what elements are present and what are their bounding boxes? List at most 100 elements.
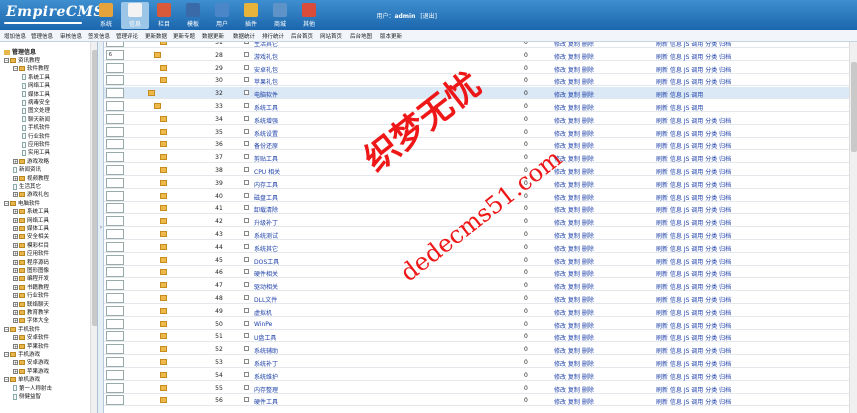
collapse-icon[interactable]: −	[13, 66, 18, 72]
subnav-link[interactable]: 数据更新	[202, 32, 224, 40]
edit-copy-delete-links[interactable]: 修改 复制 删除	[554, 372, 594, 381]
tree-item[interactable]: 行业软件	[22, 132, 50, 140]
nav-item-7[interactable]: 其他	[295, 2, 323, 29]
order-input[interactable]	[106, 369, 124, 380]
tree-item[interactable]: 聊天新闻	[22, 115, 50, 123]
tree-item[interactable]: 应用软件	[22, 140, 50, 148]
order-input[interactable]	[106, 395, 124, 406]
subnav-link[interactable]: 后台地图	[350, 32, 372, 40]
tree-item[interactable]: + 图形图像	[13, 266, 49, 274]
expand-icon[interactable]: +	[13, 251, 18, 257]
category-name-link[interactable]: 磁盘工具	[254, 193, 278, 202]
collapse-icon[interactable]: −	[4, 377, 9, 383]
row-checkbox[interactable]	[244, 192, 249, 198]
tree-item[interactable]: + 媒体工具	[13, 224, 49, 232]
row-checkbox[interactable]	[244, 256, 249, 262]
expand-icon[interactable]: +	[13, 335, 18, 341]
subnav-link[interactable]: 管理信息	[31, 32, 53, 40]
subnav-link[interactable]: 增加信息	[4, 32, 26, 40]
expand-icon[interactable]: +	[13, 158, 18, 164]
edit-copy-delete-links[interactable]: 修改 复制 删除	[554, 52, 594, 61]
refresh-links[interactable]: 刷新 信息 JS 调用 分类 归档	[656, 244, 731, 253]
nav-item-4[interactable]: 用户	[208, 2, 236, 29]
refresh-links[interactable]: 刷新 信息 JS 调用 分类 归档	[656, 321, 731, 330]
tree-item[interactable]: + 安全相关	[13, 232, 49, 240]
row-checkbox[interactable]	[244, 90, 249, 96]
category-name-link[interactable]: 电脑软件	[254, 90, 278, 99]
row-checkbox[interactable]	[244, 282, 249, 288]
tree-item[interactable]: + 书籍教程	[13, 283, 49, 291]
subnav-link[interactable]: 更新数据	[145, 32, 167, 40]
row-checkbox[interactable]	[244, 205, 249, 211]
subnav-link[interactable]: 签发信息	[88, 32, 110, 40]
row-checkbox[interactable]	[244, 320, 249, 326]
category-name-link[interactable]: 硬件相关	[254, 269, 278, 278]
edit-copy-delete-links[interactable]: 修改 复制 删除	[554, 116, 594, 125]
tree-item[interactable]: 第一人称射击	[13, 384, 52, 392]
refresh-links[interactable]: 刷新 信息 JS 调用 分类 归档	[656, 218, 731, 227]
category-name-link[interactable]: 苹果礼包	[254, 77, 278, 86]
category-name-link[interactable]: 升级补丁	[254, 218, 278, 227]
tree-item[interactable]: + 程序源码	[13, 258, 49, 266]
subnav-link[interactable]: 排行统计	[262, 32, 284, 40]
category-name-link[interactable]: WinPe	[254, 321, 272, 328]
expand-icon[interactable]: +	[13, 209, 18, 215]
expand-icon[interactable]: +	[13, 343, 18, 349]
refresh-links[interactable]: 刷新 信息 JS 调用 分类 归档	[656, 193, 731, 202]
edit-copy-delete-links[interactable]: 修改 复制 删除	[554, 193, 594, 202]
edit-copy-delete-links[interactable]: 修改 复制 删除	[554, 269, 594, 278]
edit-copy-delete-links[interactable]: 修改 复制 删除	[554, 141, 594, 150]
edit-copy-delete-links[interactable]: 修改 复制 删除	[554, 282, 594, 291]
refresh-links[interactable]: 刷新 信息 JS 调用 分类 归档	[656, 42, 731, 48]
category-name-link[interactable]: 硬件工具	[254, 397, 278, 406]
row-checkbox[interactable]	[244, 128, 249, 134]
order-input[interactable]	[106, 382, 124, 393]
expand-icon[interactable]: +	[13, 293, 18, 299]
tree-item[interactable]: 新闻资讯	[13, 165, 41, 173]
tree-item[interactable]: + 行业软件	[13, 291, 49, 299]
row-checkbox[interactable]	[244, 218, 249, 224]
order-input[interactable]	[106, 126, 124, 137]
order-input[interactable]	[106, 49, 124, 60]
order-input[interactable]	[106, 190, 124, 201]
expand-icon[interactable]: +	[13, 360, 18, 366]
expand-icon[interactable]: +	[13, 242, 18, 248]
refresh-links[interactable]: 刷新 信息 JS 调用 分类 归档	[656, 180, 731, 189]
refresh-links[interactable]: 刷新 信息 JS 调用 分类 归档	[656, 385, 731, 394]
tree-item[interactable]: + 安卓游戏	[13, 358, 49, 366]
edit-copy-delete-links[interactable]: 修改 复制 删除	[554, 77, 594, 86]
tree-item[interactable]: + 联络聊天	[13, 300, 49, 308]
refresh-links[interactable]: 刷新 信息 JS 调用 分类 归档	[656, 154, 731, 163]
category-name-link[interactable]: 备份还原	[254, 141, 278, 150]
category-name-link[interactable]: 内存整理	[254, 385, 278, 394]
refresh-links[interactable]: 刷新 信息 JS 调用 分类 归档	[656, 295, 731, 304]
tree-item[interactable]: − 软件教程	[13, 64, 49, 72]
subnav-link[interactable]: 后台首页	[291, 32, 313, 40]
tree-item[interactable]: 侧健益智	[13, 392, 41, 400]
tree-item[interactable]: 手机软件	[22, 123, 50, 131]
edit-copy-delete-links[interactable]: 修改 复制 删除	[554, 205, 594, 214]
order-input[interactable]	[106, 241, 124, 252]
edit-copy-delete-links[interactable]: 修改 复制 删除	[554, 42, 594, 48]
nav-item-6[interactable]: 商城	[266, 2, 294, 29]
expand-icon[interactable]: +	[13, 318, 18, 324]
tree-item[interactable]: + 教育教学	[13, 308, 49, 316]
row-checkbox[interactable]	[244, 51, 249, 57]
tree-item[interactable]: 网络工具	[22, 81, 50, 89]
category-name-link[interactable]: 系统增强	[254, 116, 278, 125]
category-name-link[interactable]: 系统辅助	[254, 346, 278, 355]
tree-item[interactable]: 病毒安全	[22, 98, 50, 106]
row-checkbox[interactable]	[244, 77, 249, 83]
expand-icon[interactable]: +	[13, 226, 18, 231]
category-name-link[interactable]: 卸载清除	[254, 205, 278, 214]
edit-copy-delete-links[interactable]: 修改 复制 删除	[554, 244, 594, 253]
category-name-link[interactable]: 生活其它	[254, 42, 278, 48]
tree-item[interactable]: + 安卓软件	[13, 333, 49, 341]
logout-link[interactable]: [退出]	[420, 13, 437, 20]
tree-item[interactable]: + 苹果软件	[13, 342, 49, 350]
category-name-link[interactable]: 系统工具	[254, 103, 278, 112]
tree-item[interactable]: 图文处理	[22, 106, 50, 114]
edit-copy-delete-links[interactable]: 修改 复制 删除	[554, 333, 594, 342]
refresh-links[interactable]: 刷新 信息 JS 调用 分类 归档	[656, 308, 731, 317]
row-checkbox[interactable]	[244, 243, 249, 249]
